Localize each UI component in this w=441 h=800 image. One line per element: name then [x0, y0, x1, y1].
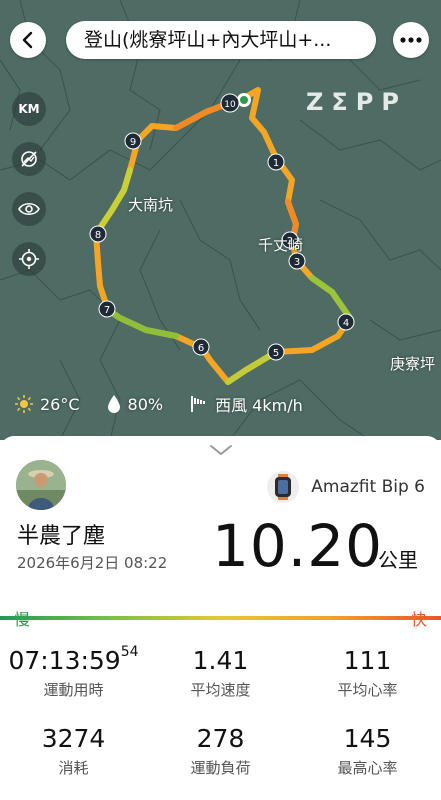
place-label-qianzhangqi: 千丈崎 [258, 236, 304, 254]
eye-icon [18, 202, 40, 216]
chevron-left-icon [22, 31, 33, 49]
no-satellite-icon [21, 151, 37, 167]
avg-speed-label: 平均速度 [190, 681, 251, 699]
place-label-danankeng: 大南坑 [128, 196, 174, 214]
max-heart-rate-label: 最高心率 [337, 759, 398, 777]
stat-training-load: 278 運動負荷 [147, 724, 294, 778]
km-marker-8: 8 [89, 225, 107, 243]
distance-unit: 公里 [378, 548, 418, 572]
weather-wind: 西風 4km/h [189, 392, 303, 416]
training-load-label: 運動負荷 [190, 759, 251, 777]
wind-flag-icon [191, 396, 206, 412]
svg-text:5: 5 [273, 348, 279, 359]
avg-speed-value: 1.41 [192, 646, 249, 675]
km-toggle-button[interactable]: KM [12, 92, 46, 126]
max-heart-rate-value: 145 [343, 724, 392, 753]
device-name: Amazfit Bip 6 [311, 477, 425, 497]
visibility-button[interactable] [12, 192, 46, 226]
svg-text:6: 6 [198, 343, 204, 354]
pace-gradient-bar [0, 616, 441, 620]
km-marker-5: 5 [267, 343, 285, 361]
avg-heart-rate-label: 平均心率 [337, 681, 398, 699]
stat-avg-speed: 1.41 平均速度 [147, 646, 294, 700]
zepp-logo: ZΣPP [306, 88, 407, 116]
duration-centiseconds: 54 [120, 644, 139, 660]
km-marker-3: 3 [288, 252, 306, 270]
activity-title[interactable]: 登山(烑寮坪山+內大坪山+... [66, 21, 376, 59]
water-drop-icon [107, 395, 120, 413]
km-marker-4: 4 [337, 313, 355, 331]
collapse-chevron-icon[interactable] [209, 444, 233, 456]
stat-max-heart-rate: 145 最高心率 [294, 724, 441, 778]
humidity-value: 80% [127, 394, 164, 414]
km-marker-10: 10 [220, 93, 240, 113]
wind-value: 西風 4km/h [215, 396, 303, 415]
calories-label: 消耗 [58, 759, 89, 777]
calories-value: 3274 [41, 724, 106, 753]
duration-label: 運動用時 [43, 681, 104, 699]
svg-text:3: 3 [294, 257, 300, 268]
stat-avg-heart-rate: 111 平均心率 [294, 646, 441, 700]
svg-text:9: 9 [130, 137, 136, 148]
distance-value: 10.20 [212, 512, 384, 580]
more-dots-icon [400, 37, 422, 43]
route-map[interactable]: 1 2 3 4 5 6 7 8 9 10 大南坑 千丈崎 庚寮坪 登山(烑寮坪山… [0, 0, 441, 440]
activity-date: 2026年6月2日 08:22 [17, 554, 168, 572]
sun-icon [15, 395, 33, 413]
watch-icon [267, 471, 300, 503]
km-marker-6: 6 [192, 338, 210, 356]
satellite-toggle-button[interactable] [12, 142, 46, 176]
place-label-gengliaoping: 庚寮坪 [390, 355, 436, 373]
avg-heart-rate-value: 111 [343, 646, 392, 675]
back-button[interactable] [10, 22, 46, 58]
svg-text:10: 10 [224, 100, 236, 110]
locate-button[interactable] [12, 242, 46, 276]
user-photo [16, 460, 66, 510]
weather-bar: 26°C 80% 西風 4km/h [14, 391, 329, 417]
km-marker-1: 1 [267, 153, 285, 171]
duration-value: 07:13:59 [8, 646, 121, 675]
temperature-value: 26°C [40, 394, 80, 414]
avatar[interactable] [16, 460, 66, 510]
top-bar: 登山(烑寮坪山+內大坪山+... [0, 0, 441, 80]
svg-text:1: 1 [273, 158, 279, 169]
km-label: KM [18, 102, 40, 116]
device-info: Amazfit Bip 6 [267, 471, 425, 503]
locate-icon [19, 249, 39, 269]
km-marker-7: 7 [98, 300, 116, 318]
km-marker-9: 9 [124, 132, 142, 150]
weather-temperature: 26°C [14, 394, 80, 414]
svg-text:7: 7 [104, 305, 110, 316]
user-name: 半農了塵 [17, 524, 106, 549]
activity-summary-sheet: Amazfit Bip 6 半農了塵 2026年6月2日 08:22 10.20… [0, 436, 441, 800]
more-button[interactable] [393, 22, 429, 58]
svg-text:4: 4 [343, 318, 349, 329]
stat-duration: 07:13:5954 運動用時 [0, 644, 147, 700]
stat-calories: 3274 消耗 [0, 724, 147, 778]
weather-humidity: 80% [106, 394, 164, 414]
svg-text:8: 8 [95, 230, 101, 241]
training-load-value: 278 [196, 724, 245, 753]
